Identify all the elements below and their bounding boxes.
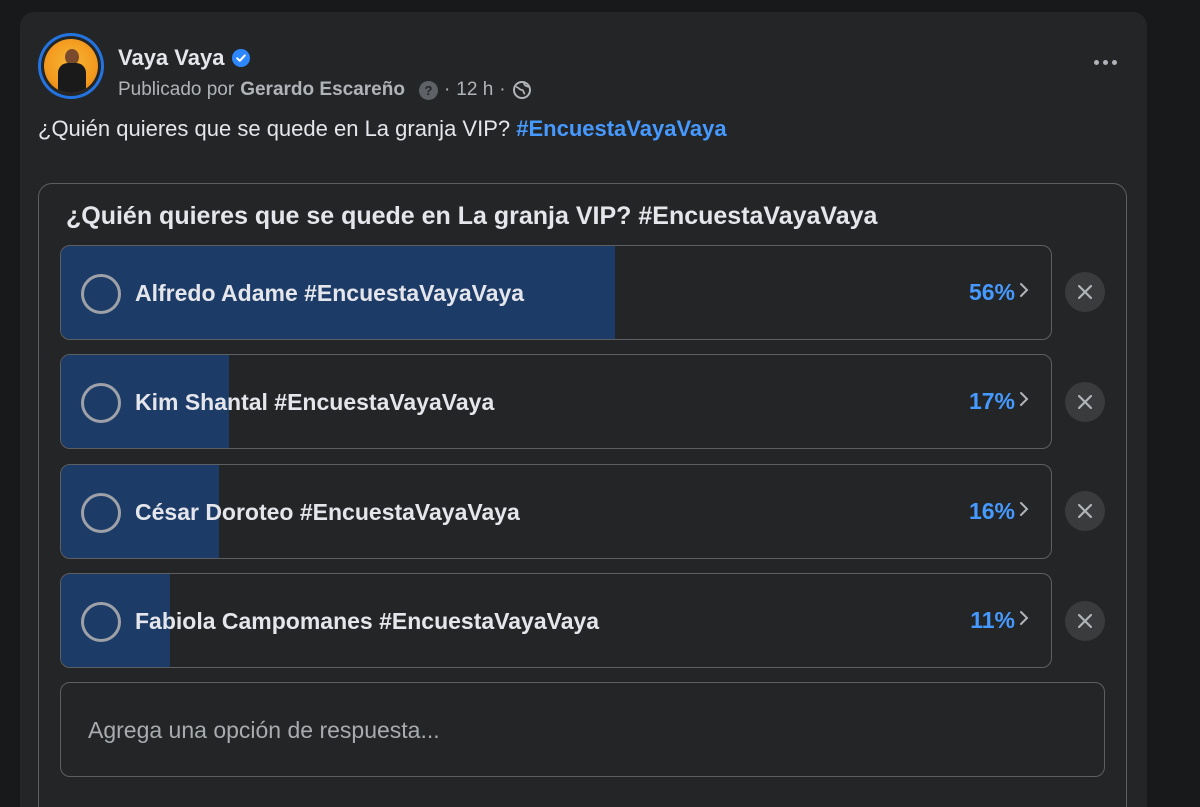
post-text: ¿Quién quieres que se quede en La granja… [38,116,727,142]
more-options-icon[interactable] [1085,50,1125,74]
close-icon [1078,285,1092,299]
hashtag-link[interactable]: #EncuestaVayaVaya [516,116,726,141]
option-percent[interactable]: 17% [969,388,1029,415]
remove-option-button[interactable] [1065,601,1105,641]
option-percent[interactable]: 11% [970,607,1029,634]
avatar[interactable] [38,33,104,99]
add-option-input[interactable] [88,713,988,747]
post-meta: Publicado por Gerardo Escareño ? · 12 h … [118,79,532,101]
radio-button[interactable] [81,383,121,423]
chevron-right-icon [1019,390,1029,413]
verified-badge-icon [232,49,251,67]
profile-photo [44,39,98,93]
author-name[interactable]: Gerardo Escareño [240,79,405,101]
poll-option[interactable]: Alfredo Adame #EncuestaVayaVaya 56% [60,245,1052,340]
percent-value: 56% [968,279,1015,305]
percent-value: 16% [968,498,1015,524]
globe-icon[interactable] [512,80,532,100]
poll-title: ¿Quién quieres que se quede en La granja… [66,202,878,230]
page-name[interactable]: Vaya Vaya [118,45,224,71]
chevron-right-icon [1019,500,1029,523]
post-time[interactable]: 12 h [456,79,493,101]
close-icon [1078,504,1092,518]
option-label: Kim Shantal #EncuestaVayaVaya [135,389,495,415]
option-label: Fabiola Campomanes #EncuestaVayaVaya [135,608,600,634]
add-option-field[interactable] [60,682,1105,777]
separator-dot: · [443,79,451,100]
chevron-right-icon [1019,609,1029,632]
radio-button[interactable] [81,493,121,533]
post-body: ¿Quién quieres que se quede en La granja… [38,116,511,141]
percent-value: 11% [970,607,1015,633]
close-icon [1078,614,1092,628]
option-percent[interactable]: 56% [969,279,1029,306]
close-icon [1078,395,1092,409]
remove-option-button[interactable] [1065,491,1105,531]
option-label: César Doroteo #EncuestaVayaVaya [135,499,520,525]
separator-dot: · [499,79,506,100]
remove-option-button[interactable] [1065,382,1105,422]
poll-option[interactable]: Fabiola Campomanes #EncuestaVayaVaya 11% [60,573,1052,668]
poll-option[interactable]: César Doroteo #EncuestaVayaVaya 16% [60,464,1052,559]
poll-option[interactable]: Kim Shantal #EncuestaVayaVaya 17% [60,354,1052,449]
option-percent[interactable]: 16% [969,498,1029,525]
poll: ¿Quién quieres que se quede en La granja… [38,183,1127,807]
published-by-label: Publicado por [118,79,235,100]
chevron-right-icon [1019,281,1029,304]
percent-value: 17% [968,388,1015,414]
radio-button[interactable] [81,602,121,642]
remove-option-button[interactable] [1065,272,1105,312]
option-label: Alfredo Adame #EncuestaVayaVaya [135,280,525,306]
page-name-row: Vaya Vaya [118,45,251,71]
post-card: Vaya Vaya Publicado por Gerardo Escareño… [20,12,1147,807]
help-icon[interactable]: ? [418,80,438,100]
radio-button[interactable] [81,274,121,314]
